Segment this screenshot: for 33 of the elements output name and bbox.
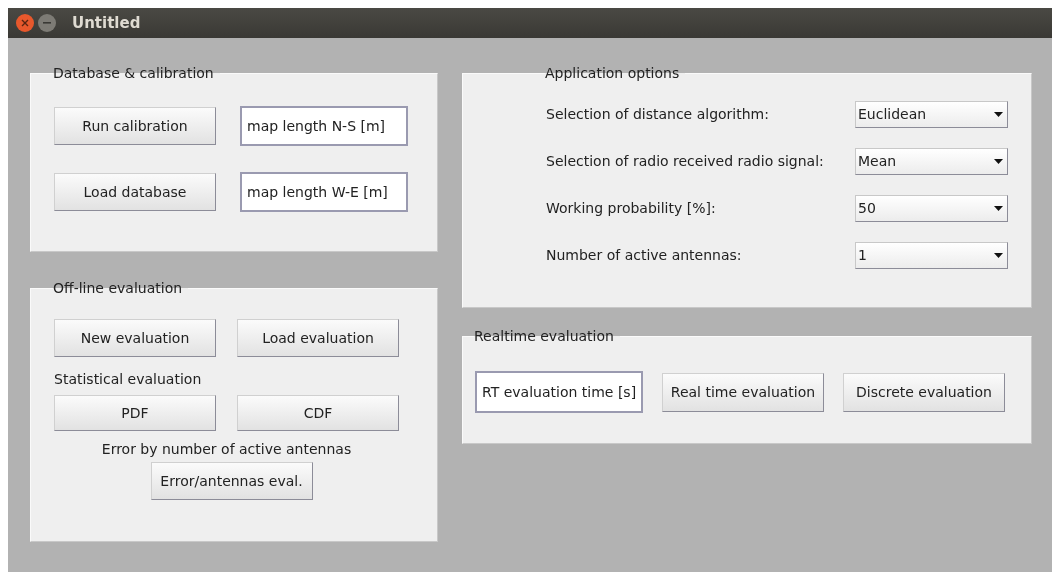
option-label: Number of active antennas:	[546, 246, 743, 265]
panel-title: Application options	[545, 65, 681, 81]
option-label: Selection of radio received radio signal:	[546, 152, 825, 171]
caret-icon	[994, 206, 1003, 211]
caret-icon	[994, 253, 1003, 258]
action-button[interactable]: New evaluation	[54, 319, 216, 357]
panel-title: Realtime evaluation	[474, 328, 615, 344]
dropdown[interactable]: Mean	[855, 148, 1008, 175]
close-icon[interactable]	[16, 14, 34, 32]
action-button[interactable]: Error/antennas eval.	[150, 462, 313, 500]
window-title: Untitled	[72, 12, 141, 34]
action-button[interactable]: Load evaluation	[237, 319, 399, 357]
dropdown[interactable]: 1	[855, 242, 1008, 269]
action-button[interactable]: Discrete evaluation	[843, 372, 1005, 412]
text-field[interactable]: RT evaluation time [s]	[475, 371, 643, 413]
text-field[interactable]: map length W-E [m]	[240, 172, 408, 212]
panel-title: Off-line evaluation	[53, 280, 184, 296]
text-field[interactable]: map length N-S [m]	[240, 106, 408, 146]
caret-icon	[994, 112, 1003, 117]
option-label: Selection of distance algorithm:	[546, 105, 770, 124]
action-button[interactable]: PDF	[54, 395, 216, 431]
action-button[interactable]: Run calibration	[54, 107, 216, 145]
action-button[interactable]: Load database	[54, 173, 216, 211]
section-label: Statistical evaluation	[54, 370, 203, 389]
dropdown[interactable]: Euclidean	[855, 101, 1008, 128]
action-button[interactable]: Real time evaluation	[662, 372, 824, 412]
action-button[interactable]: CDF	[237, 395, 399, 431]
caret-icon	[994, 159, 1003, 164]
panel-title: Database & calibration	[53, 65, 215, 81]
dropdown[interactable]: 50	[855, 195, 1008, 222]
option-label: Working probability [%]:	[546, 199, 717, 218]
minimize-icon[interactable]	[38, 14, 56, 32]
section-label: Error by number of active antennas	[101, 440, 352, 459]
